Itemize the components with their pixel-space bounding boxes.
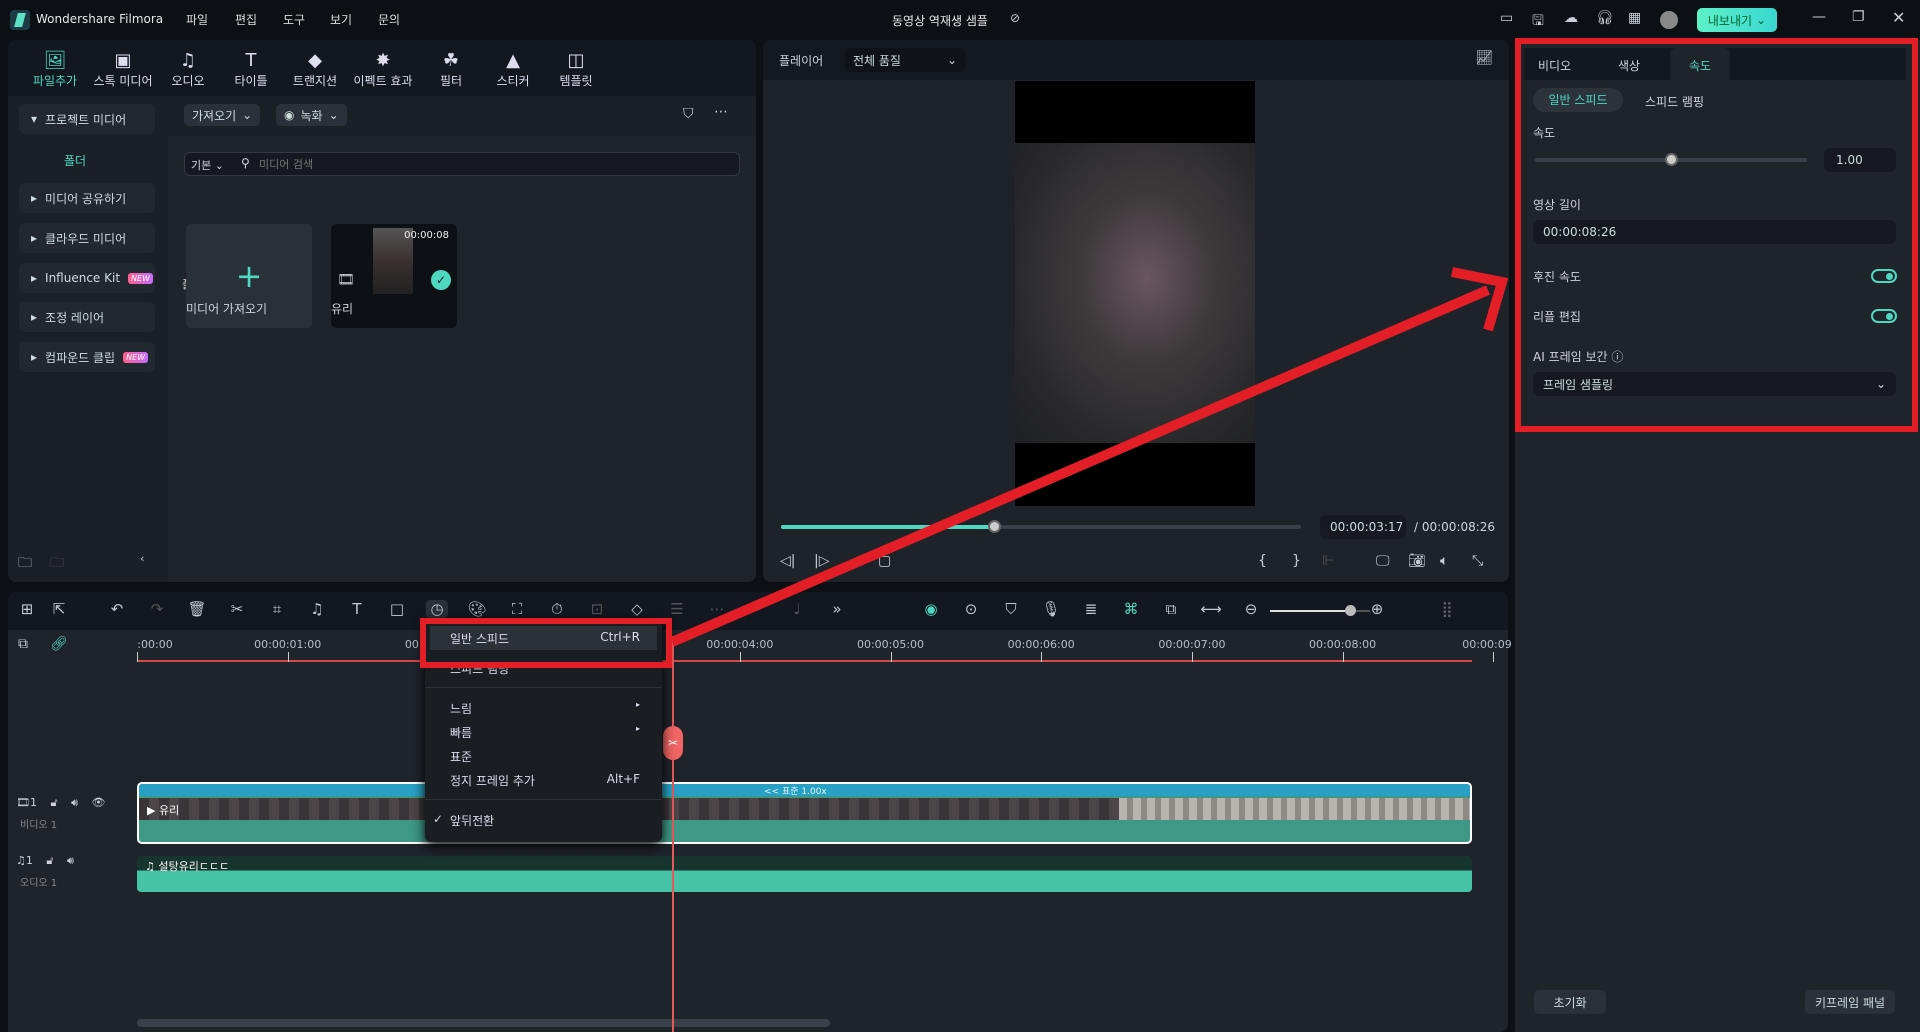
arrow-line <box>670 285 1490 647</box>
annotation-arrow <box>670 267 1509 647</box>
